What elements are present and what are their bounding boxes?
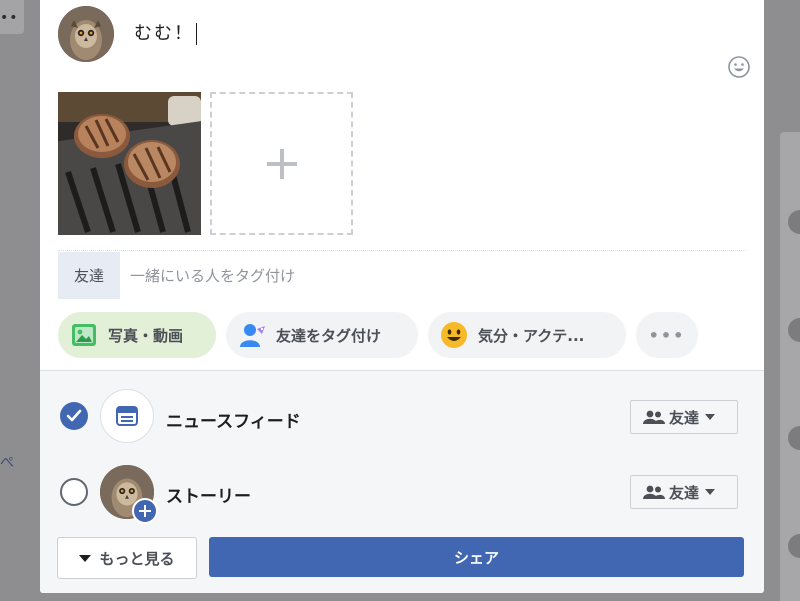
post-text-input[interactable]: むむ！: [134, 20, 254, 48]
feeling-emoji-icon: [441, 322, 467, 348]
tag-friends-button[interactable]: 友達をタグ付け: [226, 312, 418, 358]
news-feed-icon: [100, 389, 154, 443]
dropdown-caret-icon: [705, 414, 716, 420]
add-photo-plus-icon: [266, 148, 297, 179]
photo-video-icon: [72, 324, 96, 346]
checkmark-icon: [66, 409, 82, 422]
news-feed-label: ニュースフィード: [166, 412, 301, 432]
news-feed-checkbox[interactable]: [60, 402, 88, 430]
friends-icon: [643, 410, 665, 424]
dropdown-caret-icon: [705, 489, 716, 495]
background-fragment: ぺ: [0, 455, 14, 471]
text-caret: [196, 23, 197, 45]
story-audience-dropdown[interactable]: 友達: [630, 475, 738, 509]
photo-video-button[interactable]: 写真・動画: [58, 312, 216, 358]
background-right-panel: [780, 132, 800, 601]
tag-friends-label: 友達をタグ付け: [276, 326, 382, 345]
story-audience-label: 友達: [669, 483, 700, 502]
friends-icon: [643, 485, 665, 499]
divider: [58, 250, 746, 251]
news-feed-audience-label: 友達: [669, 408, 700, 427]
more-dots-icon[interactable]: •••: [636, 312, 698, 358]
post-composer-dialog: むむ！ 友達 一緒にいる人をタグ付け 写真・動画 友達をタグ付け 気分・アクテ.…: [40, 0, 764, 593]
see-more-button[interactable]: もっと見る: [57, 537, 197, 579]
share-button[interactable]: シェア: [209, 537, 744, 577]
background-more-dots-icon: ••: [0, 10, 19, 26]
tag-friends-icon: [240, 324, 265, 347]
story-label: ストーリー: [166, 487, 251, 507]
story-add-icon: [132, 498, 158, 524]
expand-triangle-icon: [79, 554, 92, 562]
share-destination-section: ニュースフィード 友達 ストーリー 友達 もっと見る シェア: [40, 370, 764, 593]
feeling-activity-button[interactable]: 気分・アクテ...: [428, 312, 626, 358]
attached-photo-thumbnail[interactable]: [58, 92, 201, 235]
story-checkbox[interactable]: [60, 478, 88, 506]
see-more-label: もっと見る: [99, 549, 175, 568]
tag-row-label: 友達: [58, 252, 120, 299]
user-avatar: [58, 6, 114, 62]
news-feed-audience-dropdown[interactable]: 友達: [630, 400, 738, 434]
feeling-activity-label: 気分・アクテ...: [478, 326, 585, 345]
tag-friends-input[interactable]: [120, 252, 746, 299]
tag-friends-row: 友達: [58, 252, 746, 299]
emoji-icon[interactable]: [728, 56, 750, 78]
add-photo-button[interactable]: [210, 92, 353, 235]
post-text-value: むむ！: [134, 23, 194, 44]
photo-video-label: 写真・動画: [108, 326, 184, 345]
